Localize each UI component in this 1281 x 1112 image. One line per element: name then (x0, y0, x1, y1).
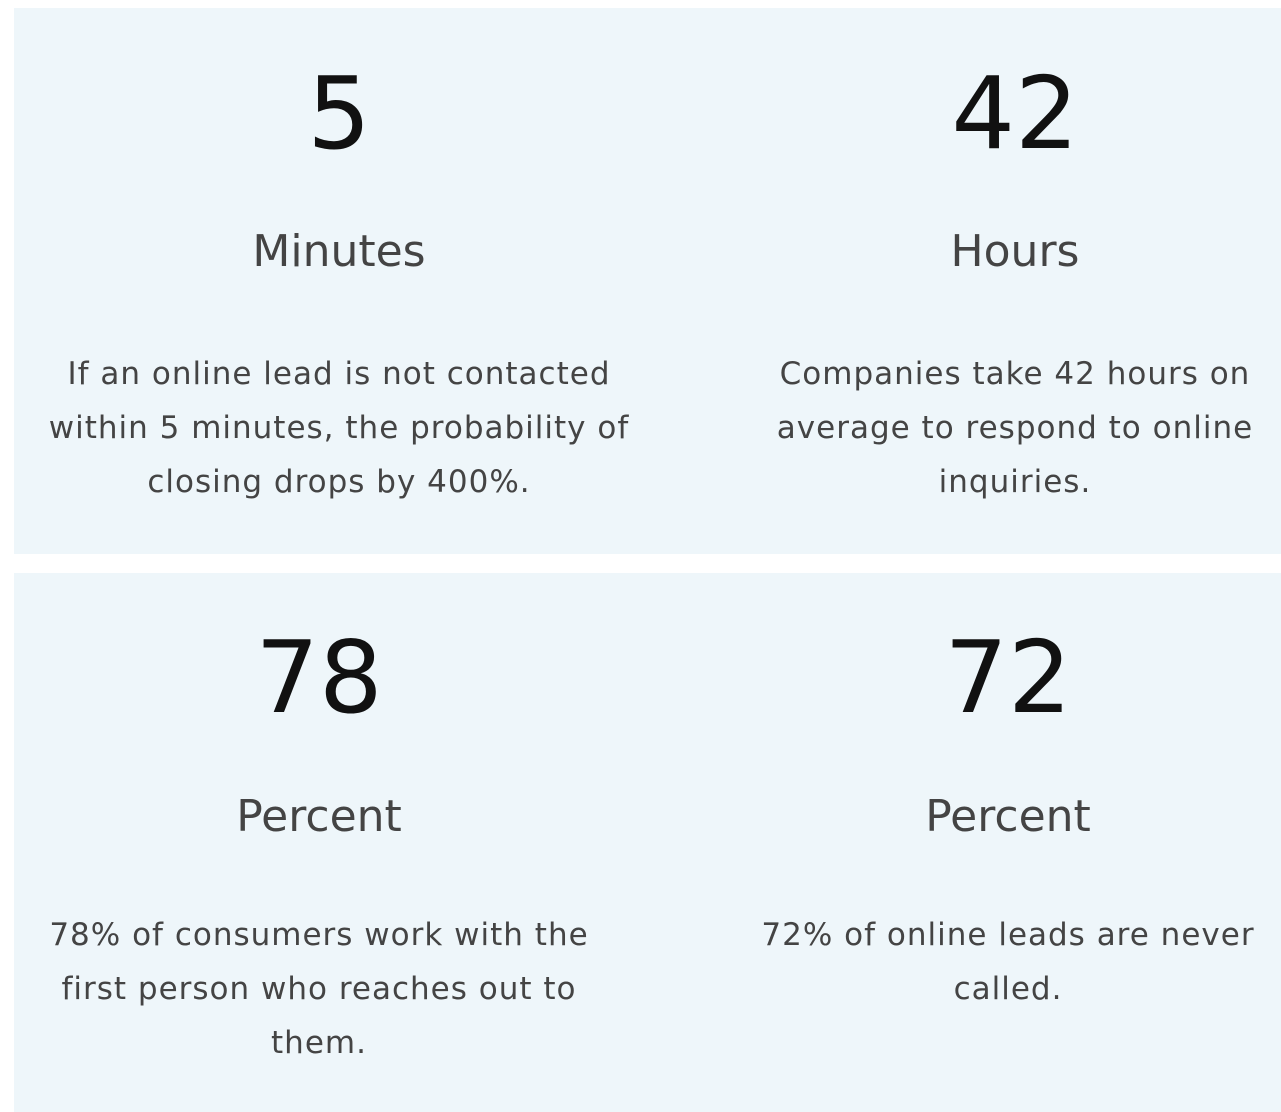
stat-description: 72% of online leads are never called. (761, 917, 1255, 1007)
stat-description: 78% of consumers work with the first per… (49, 917, 589, 1061)
stat-description: Companies take 42 hours on average to re… (776, 356, 1254, 500)
stat-card-minutes: 5 Minutes If an online lead is not conta… (24, 8, 654, 554)
stat-number: 42 (951, 55, 1079, 172)
stat-number: 78 (255, 619, 383, 736)
stat-card-hours: 42 Hours Companies take 42 hours on aver… (750, 8, 1280, 554)
stat-number: 5 (307, 55, 371, 172)
stat-unit: Percent (236, 791, 402, 842)
stat-description: If an online lead is not contacted withi… (48, 356, 630, 500)
stat-unit: Percent (925, 791, 1091, 842)
stat-unit: Hours (950, 226, 1080, 277)
stat-card-percent-leads: 72 Percent 72% of online leads are never… (735, 573, 1281, 1112)
stat-unit: Minutes (252, 226, 426, 277)
stat-card-percent-consumers: 78 Percent 78% of consumers work with th… (14, 573, 624, 1112)
stat-number: 72 (944, 619, 1072, 736)
